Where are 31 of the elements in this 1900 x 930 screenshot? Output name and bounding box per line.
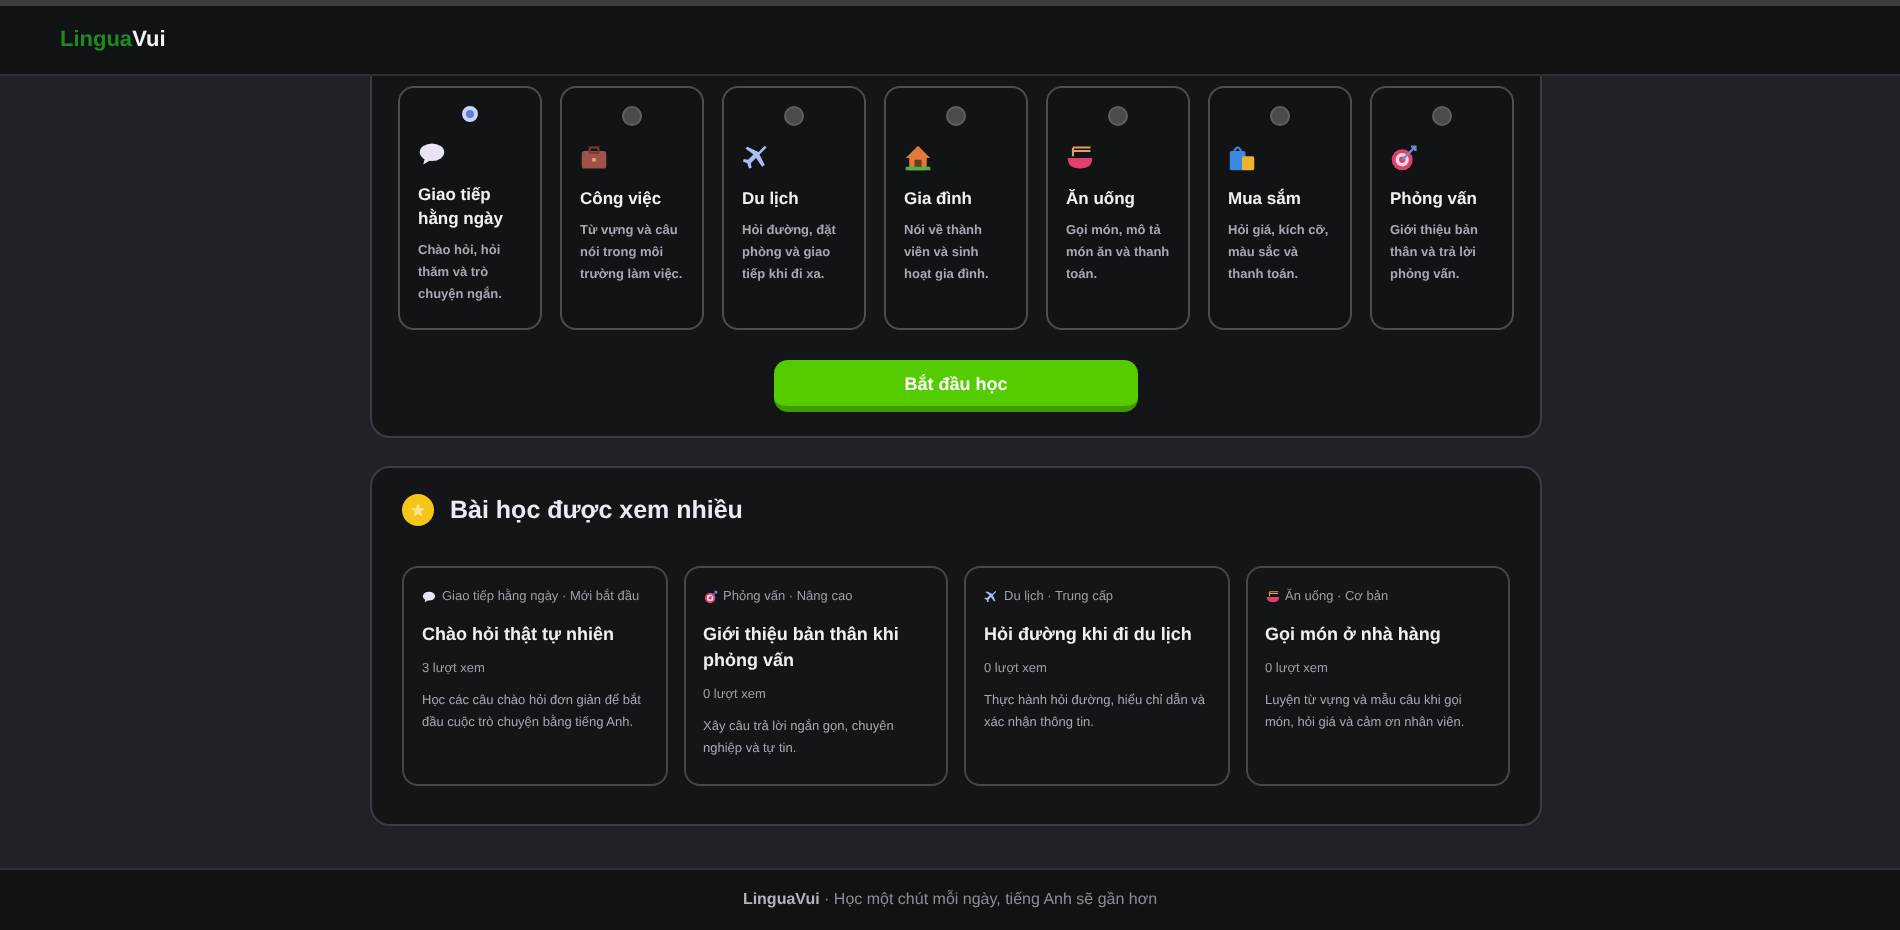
lesson-title: Chào hỏi thật tự nhiên: [422, 622, 617, 648]
house-icon: [904, 144, 932, 172]
topic-title: Phỏng vấn: [1390, 186, 1479, 210]
noodle-bowl-icon: [1265, 590, 1279, 604]
topic-title: Ăn uống: [1066, 186, 1137, 210]
section-heading: Bài học được xem nhiều: [450, 496, 743, 524]
target-icon: [703, 590, 717, 604]
topic-title: Mua sắm: [1228, 186, 1303, 210]
radio-button[interactable]: [946, 106, 966, 126]
radio-button[interactable]: [1270, 106, 1290, 126]
speech-bubble-icon: [422, 590, 436, 604]
lesson-title: Hỏi đường khi đi du lịch: [984, 622, 1194, 648]
airplane-icon: [984, 590, 998, 604]
lesson-title: Gọi món ở nhà hàng: [1265, 622, 1443, 648]
target-icon: [1390, 144, 1418, 172]
shopping-bag-icon: [1228, 144, 1256, 172]
radio-button[interactable]: [1432, 106, 1452, 126]
topic-title: Du lịch: [742, 186, 801, 210]
topic-title: Gia đình: [904, 186, 974, 210]
noodle-bowl-icon: [1066, 144, 1094, 172]
airplane-icon: [742, 144, 770, 172]
lesson-title: Giới thiệu bản thân khi phỏng vấn: [703, 622, 901, 674]
radio-button[interactable]: [622, 106, 642, 126]
logo[interactable]: LinguaVui: [60, 28, 166, 52]
footer-text: LinguaVui · Học một chút mỗi ngày, tiếng Anh sẽ gần hơn: [742, 890, 1158, 912]
radio-button[interactable]: [1108, 106, 1128, 126]
speech-bubble-icon: [418, 140, 446, 168]
topic-title: Giao tiếp hằng ngày: [418, 182, 506, 230]
radio-button[interactable]: [784, 106, 804, 126]
topic-title: Công việc: [580, 186, 664, 210]
briefcase-icon: [580, 144, 608, 172]
